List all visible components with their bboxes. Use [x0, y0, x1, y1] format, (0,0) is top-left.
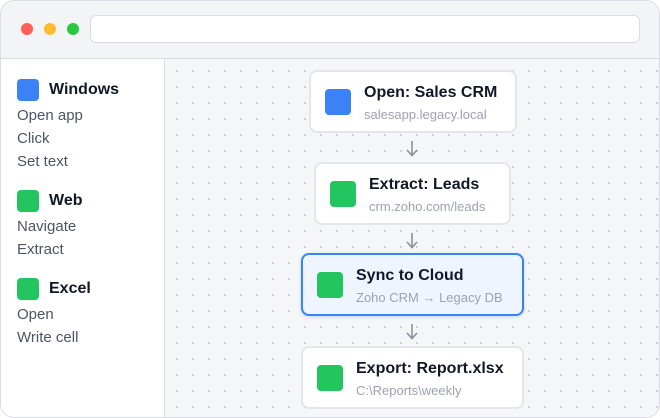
minimize-window-button[interactable] — [44, 23, 56, 35]
down-arrow-icon — [406, 233, 418, 249]
excel-action-icon — [317, 364, 343, 391]
sidebar-item-write-cell[interactable]: Write cell — [17, 326, 91, 349]
sidebar-group-header: Excel — [17, 278, 91, 300]
address-bar[interactable] — [90, 15, 640, 43]
flow-node-sync-to-cloud[interactable]: Sync to Cloud Zoho CRM → Legacy DB — [301, 253, 524, 316]
action-palette-sidebar: Windows Open app Click Set text Web Navi… — [1, 58, 165, 417]
node-subtitle: Zoho CRM → Legacy DB — [356, 290, 503, 305]
node-title: Export: Report.xlsx — [356, 360, 504, 377]
sidebar-group-windows: Windows Open app Click Set text — [17, 79, 119, 173]
windows-category-icon — [17, 79, 39, 101]
excel-category-icon — [17, 278, 39, 300]
sidebar-group-web: Web Navigate Extract — [17, 190, 82, 261]
sidebar-item-set-text[interactable]: Set text — [17, 150, 119, 173]
sidebar-group-title: Web — [49, 192, 83, 209]
sidebar-group-title: Excel — [49, 280, 91, 297]
node-subtitle: salesapp.legacy.local — [364, 107, 487, 122]
sidebar-item-open-app[interactable]: Open app — [17, 104, 119, 127]
flow-canvas[interactable]: Open: Sales CRM salesapp.legacy.local Ex… — [165, 58, 659, 417]
sidebar-item-extract[interactable]: Extract — [17, 238, 82, 261]
flow-node-export-report[interactable]: Export: Report.xlsx C:\Reports\weekly — [301, 346, 524, 409]
sidebar-group-title: Windows — [49, 81, 120, 98]
node-title: Extract: Leads — [369, 176, 480, 193]
node-title: Open: Sales CRM — [364, 84, 498, 101]
maximize-window-button[interactable] — [67, 23, 79, 35]
title-bar — [1, 1, 659, 58]
windows-action-icon — [325, 88, 351, 115]
node-subtitle: C:\Reports\weekly — [356, 383, 462, 398]
sidebar-item-click[interactable]: Click — [17, 127, 119, 150]
close-window-button[interactable] — [21, 23, 33, 35]
sidebar-group-header: Windows — [17, 79, 119, 101]
node-title: Sync to Cloud — [356, 267, 464, 284]
web-action-icon — [317, 271, 343, 298]
sidebar-item-navigate[interactable]: Navigate — [17, 215, 82, 238]
down-arrow-icon — [406, 324, 418, 340]
app-window: Windows Open app Click Set text Web Navi… — [0, 0, 660, 418]
flow-node-open-sales-crm[interactable]: Open: Sales CRM salesapp.legacy.local — [309, 70, 517, 133]
sidebar-group-excel: Excel Open Write cell — [17, 278, 91, 349]
web-category-icon — [17, 190, 39, 212]
sidebar-item-open[interactable]: Open — [17, 303, 91, 326]
down-arrow-icon — [406, 141, 418, 157]
web-action-icon — [330, 180, 356, 207]
node-subtitle: crm.zoho.com/leads — [369, 199, 486, 214]
sidebar-group-header: Web — [17, 190, 82, 212]
flow-node-extract-leads[interactable]: Extract: Leads crm.zoho.com/leads — [314, 162, 511, 225]
